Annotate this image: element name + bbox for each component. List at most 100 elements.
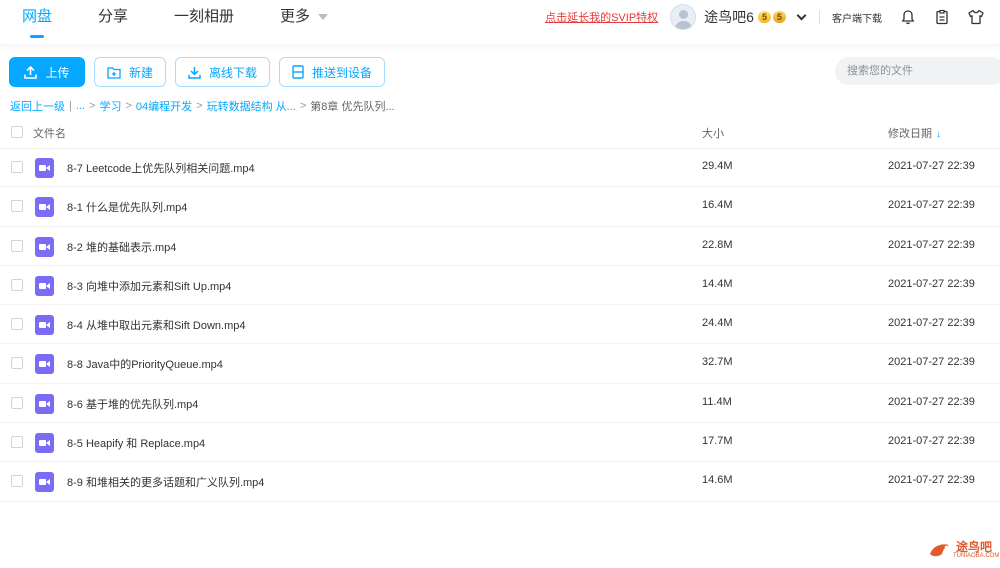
file-date: 2021-07-27 22:39 [888, 277, 975, 290]
nav-netdisk[interactable]: 网盘 [22, 0, 52, 44]
site-watermark: 途鸟吧 TUNIAOBA.COM [927, 540, 999, 560]
file-date: 2021-07-27 22:39 [888, 317, 975, 330]
file-name[interactable]: 8-5 Heapify 和 Replace.mp4 [67, 435, 205, 451]
table-row[interactable]: 8-5 Heapify 和 Replace.mp4 17.7M 2021-07-… [0, 423, 1000, 463]
video-file-icon [35, 433, 54, 454]
row-checkbox[interactable] [11, 357, 23, 370]
action-toolbar: 上传 新建 离线下载 推送到设备 [9, 57, 394, 87]
offline-download-button[interactable]: 离线下载 [175, 57, 271, 87]
divider [819, 10, 820, 24]
file-name[interactable]: 8-6 基于堆的优先队列.mp4 [67, 396, 198, 412]
bird-logo-icon [930, 544, 949, 557]
top-navigation-bar: 网盘 分享 一刻相册 更多 点击延长我的SVIP特权 途鸟吧6 5 5 客户端下… [0, 0, 1000, 44]
bell-icon[interactable] [898, 7, 918, 27]
new-folder-icon [107, 66, 121, 79]
table-row[interactable]: 8-7 Leetcode上优先队列相关问题.mp4 29.4M 2021-07-… [0, 148, 1000, 188]
video-file-icon [35, 197, 54, 218]
video-file-icon [35, 354, 54, 375]
client-download-link[interactable]: 客户端下载 [832, 10, 882, 25]
breadcrumb-separator: > [125, 100, 132, 112]
file-size: 14.6M [702, 474, 733, 487]
search-input[interactable] [835, 57, 1000, 85]
watermark-text: 途鸟吧 [956, 540, 993, 554]
table-row[interactable]: 8-4 从堆中取出元素和Sift Down.mp4 24.4M 2021-07-… [0, 305, 1000, 345]
column-header-name[interactable]: 文件名 [33, 125, 66, 141]
breadcrumb-item-programming[interactable]: 04编程开发 [136, 98, 192, 114]
sort-desc-icon: ↓ [936, 129, 941, 140]
offline-download-label: 离线下载 [209, 65, 258, 80]
file-date: 2021-07-27 22:39 [888, 356, 975, 369]
new-folder-button[interactable]: 新建 [94, 57, 167, 87]
row-checkbox[interactable] [11, 200, 23, 213]
breadcrumb-item-study[interactable]: 学习 [99, 98, 121, 114]
file-name[interactable]: 8-9 和堆相关的更多话题和广义队列.mp4 [67, 474, 264, 490]
file-date: 2021-07-27 22:39 [888, 160, 975, 172]
device-icon [292, 65, 304, 79]
clipboard-icon[interactable] [932, 7, 952, 27]
row-checkbox[interactable] [11, 436, 23, 449]
video-file-icon [35, 472, 54, 493]
file-size: 16.4M [702, 199, 733, 212]
select-all-checkbox[interactable] [11, 126, 23, 138]
file-size: 14.4M [702, 277, 733, 290]
table-row[interactable]: 8-3 向堆中添加元素和Sift Up.mp4 14.4M 2021-07-27… [0, 266, 1000, 306]
file-name[interactable]: 8-8 Java中的PriorityQueue.mp4 [67, 356, 223, 372]
file-size: 17.7M [702, 435, 733, 448]
breadcrumb-ellipsis[interactable]: ... [76, 100, 85, 112]
row-checkbox[interactable] [11, 239, 23, 252]
row-checkbox[interactable] [11, 161, 23, 173]
file-size: 29.4M [702, 160, 733, 172]
column-header-size[interactable]: 大小 [702, 125, 724, 141]
table-row[interactable]: 8-9 和堆相关的更多话题和广义队列.mp4 14.6M 2021-07-27 … [0, 462, 1000, 502]
file-name[interactable]: 8-1 什么是优先队列.mp4 [67, 199, 187, 215]
upload-button[interactable]: 上传 [9, 57, 85, 87]
video-file-icon [35, 236, 54, 257]
nav-album[interactable]: 一刻相册 [174, 0, 234, 44]
file-name[interactable]: 8-7 Leetcode上优先队列相关问题.mp4 [67, 160, 255, 176]
video-file-icon [35, 315, 54, 336]
new-folder-label: 新建 [129, 65, 154, 80]
breadcrumb-item-course[interactable]: 玩转数据结构 从... [207, 98, 296, 114]
table-row[interactable]: 8-6 基于堆的优先队列.mp4 11.4M 2021-07-27 22:39 [0, 384, 1000, 424]
row-checkbox[interactable] [11, 475, 23, 488]
shirt-icon[interactable] [966, 7, 986, 27]
file-name[interactable]: 8-3 向堆中添加元素和Sift Up.mp4 [67, 278, 231, 294]
row-checkbox[interactable] [11, 396, 23, 409]
watermark-subtext: TUNIAOBA.COM [953, 553, 1000, 559]
svip-renew-link[interactable]: 点击延长我的SVIP特权 [545, 9, 658, 25]
user-menu-chevron-icon[interactable] [796, 10, 807, 20]
video-file-icon [35, 275, 54, 296]
file-name[interactable]: 8-2 堆的基础表示.mp4 [67, 239, 176, 255]
svip-level-badge: 5 [772, 11, 786, 23]
nav-more[interactable]: 更多 [280, 0, 329, 44]
breadcrumb-separator: | [69, 100, 72, 112]
file-size: 22.8M [702, 238, 733, 251]
table-row[interactable]: 8-2 堆的基础表示.mp4 22.8M 2021-07-27 22:39 [0, 227, 1000, 266]
push-device-label: 推送到设备 [312, 65, 373, 80]
breadcrumb-back[interactable]: 返回上一级 [10, 98, 65, 114]
chevron-down-icon [318, 14, 329, 21]
main-nav: 网盘 分享 一刻相册 更多 [22, 0, 374, 44]
username[interactable]: 途鸟吧6 [704, 7, 754, 27]
row-checkbox[interactable] [11, 318, 23, 331]
table-row[interactable]: 8-1 什么是优先队列.mp4 16.4M 2021-07-27 22:39 [0, 187, 1000, 227]
file-date: 2021-07-27 22:39 [888, 199, 975, 212]
upload-label: 上传 [45, 65, 70, 80]
file-name[interactable]: 8-4 从堆中取出元素和Sift Down.mp4 [67, 317, 245, 333]
column-header-date[interactable]: 修改日期 ↓ [888, 125, 941, 141]
avatar[interactable] [670, 4, 697, 30]
breadcrumb-separator: > [89, 100, 96, 112]
file-table-header: 文件名 大小 修改日期 ↓ [0, 121, 1000, 149]
video-file-icon [35, 158, 54, 178]
breadcrumb-separator: > [196, 100, 203, 112]
vip-level-badge: 5 [757, 11, 771, 23]
file-date: 2021-07-27 22:39 [888, 395, 975, 408]
nav-more-label: 更多 [280, 8, 311, 25]
video-file-icon [35, 393, 54, 414]
table-row[interactable]: 8-8 Java中的PriorityQueue.mp4 32.7M 2021-0… [0, 344, 1000, 384]
row-checkbox[interactable] [11, 278, 23, 291]
user-area: 点击延长我的SVIP特权 途鸟吧6 5 5 客户端下载 [545, 0, 1000, 34]
nav-share[interactable]: 分享 [98, 0, 128, 44]
push-device-button[interactable]: 推送到设备 [279, 57, 386, 87]
breadcrumb: 返回上一级 | ... > 学习 > 04编程开发 > 玩转数据结构 从... … [10, 98, 395, 114]
